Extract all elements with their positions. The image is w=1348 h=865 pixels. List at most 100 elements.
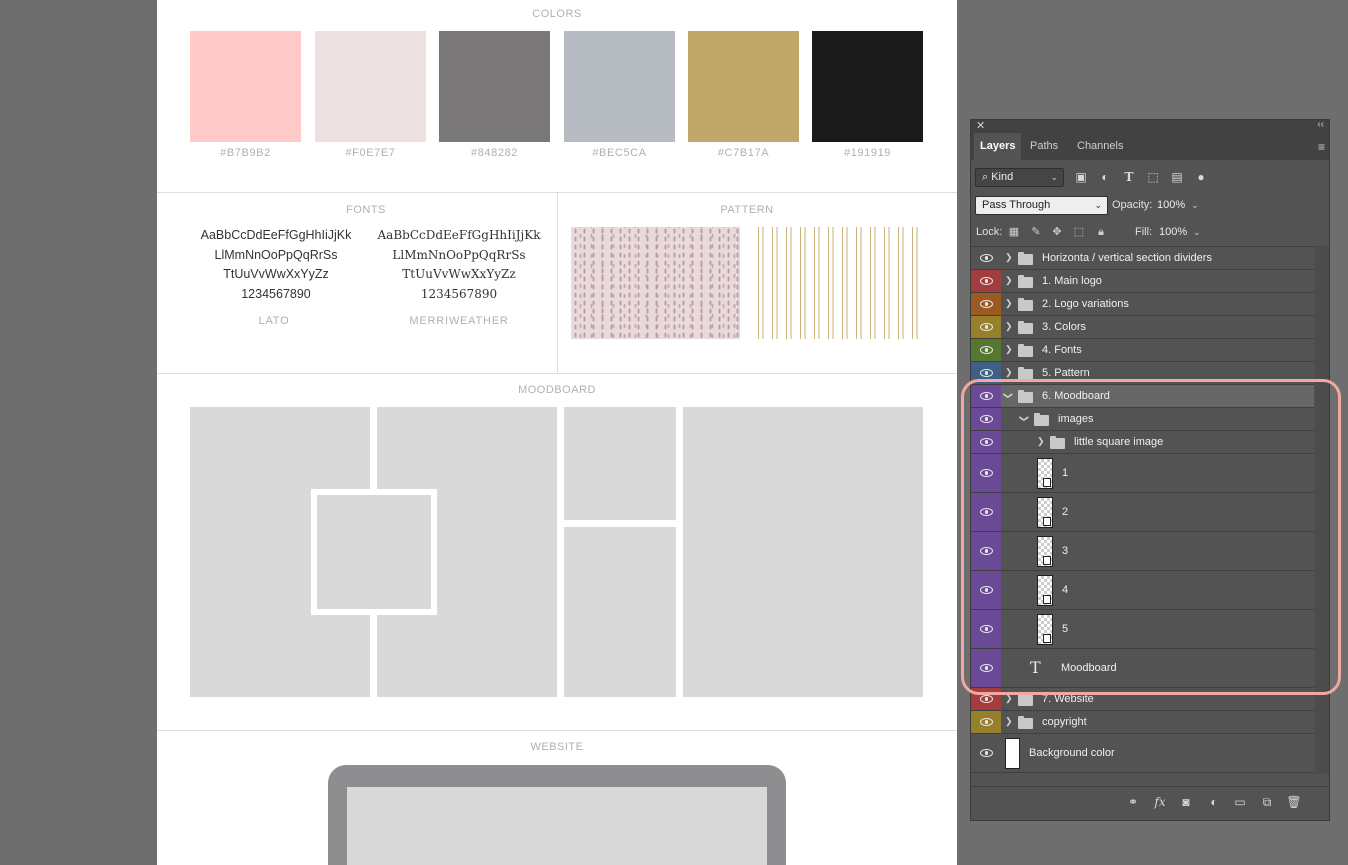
layer-row[interactable]: 1 — [971, 454, 1314, 493]
fill-field[interactable]: 100% ⌄ — [1159, 226, 1201, 238]
eye-icon[interactable] — [980, 323, 993, 331]
layer-name: 2. Logo variations — [1042, 298, 1129, 310]
moodboard-image — [683, 407, 923, 697]
new-layer-icon[interactable]: ⧉ — [1259, 794, 1275, 810]
layer-name: 7. Website — [1042, 693, 1094, 705]
chevron-down-icon[interactable]: ❯ — [1002, 392, 1013, 400]
panel-menu-icon[interactable]: ≡ — [1318, 140, 1325, 154]
eye-icon[interactable] — [980, 695, 993, 703]
layer-color-tag — [971, 431, 1001, 453]
chevron-right-icon[interactable]: ❯ — [1005, 716, 1013, 727]
lock-position-icon[interactable]: ✥ — [1050, 225, 1064, 239]
tab-layers[interactable]: Layers — [974, 133, 1022, 160]
folder-icon — [1018, 321, 1033, 334]
folder-open-icon — [1034, 413, 1049, 426]
section-divider — [157, 730, 957, 731]
chevron-down-icon[interactable]: ❯ — [1018, 415, 1029, 423]
eye-icon[interactable] — [980, 415, 993, 423]
layer-row[interactable]: ❯ copyright — [971, 711, 1314, 734]
layer-row[interactable]: ❯ 1. Main logo — [971, 270, 1314, 293]
eye-icon[interactable] — [980, 718, 993, 726]
trash-icon[interactable]: 🗑︎ — [1286, 794, 1302, 810]
new-group-icon[interactable]: ▭ — [1232, 794, 1248, 810]
lock-image-pixels-icon[interactable]: ✎ — [1029, 225, 1043, 239]
fill-value: 100% — [1159, 226, 1188, 238]
layer-row[interactable]: ❯ 7. Website — [971, 688, 1314, 711]
section-divider — [157, 373, 957, 374]
folder-icon — [1018, 275, 1033, 288]
chevron-right-icon[interactable]: ❯ — [1005, 275, 1013, 286]
eye-icon[interactable] — [980, 749, 993, 757]
layer-color-tag — [971, 532, 1001, 570]
chevron-right-icon[interactable]: ❯ — [1005, 344, 1013, 355]
layer-row[interactable]: 4 — [971, 571, 1314, 610]
smart-object-thumbnail — [1037, 497, 1053, 528]
filter-toggle-icon[interactable]: ● — [1194, 170, 1208, 184]
layer-row[interactable]: ❯ 4. Fonts — [971, 339, 1314, 362]
eye-icon[interactable] — [980, 625, 993, 633]
tab-paths[interactable]: Paths — [1024, 133, 1064, 160]
kind-filter-select[interactable]: ⌕ Kind ⌄ — [975, 168, 1064, 187]
layer-list-scrollbar[interactable] — [1315, 246, 1329, 774]
layer-row[interactable]: 2 — [971, 493, 1314, 532]
eye-icon[interactable] — [980, 438, 993, 446]
eye-icon[interactable] — [980, 664, 993, 672]
close-icon[interactable]: ✕ — [976, 119, 985, 132]
chevron-right-icon[interactable]: ❯ — [1037, 436, 1045, 447]
lock-artboard-icon[interactable]: ⬚ — [1072, 225, 1086, 239]
layer-row-selected[interactable]: ❯ 6. Moodboard — [971, 385, 1314, 408]
layer-color-tag — [971, 339, 1001, 361]
font-sample-line: 1234567890 — [241, 286, 311, 301]
layer-style-fx-icon[interactable]: fx — [1152, 794, 1168, 810]
search-icon: ⌕ — [982, 171, 992, 183]
link-layers-icon[interactable]: ⚭ — [1125, 794, 1141, 810]
eye-icon[interactable] — [980, 300, 993, 308]
adjustment-layer-icon[interactable]: ◐ — [1206, 794, 1222, 810]
layer-row[interactable]: ❯ little square image — [971, 431, 1314, 454]
eye-icon[interactable] — [980, 277, 993, 285]
chevron-right-icon[interactable]: ❯ — [1005, 298, 1013, 309]
lock-transparent-pixels-icon[interactable]: ▦ — [1007, 225, 1021, 239]
blend-mode-select[interactable]: Pass Through ⌄ — [975, 196, 1108, 215]
layer-name: 3. Colors — [1042, 321, 1087, 333]
eye-icon[interactable] — [980, 369, 993, 377]
color-swatch — [439, 31, 550, 142]
layer-color-tag — [971, 247, 1001, 269]
layer-row[interactable]: 5 — [971, 610, 1314, 649]
chevron-right-icon[interactable]: ❯ — [1005, 321, 1013, 332]
font-sample-line: AaBbCcDdEeFfGgHhIiJjKk — [200, 228, 352, 242]
opacity-field[interactable]: 100% ⌄ — [1157, 199, 1199, 211]
panel-title-bar: ✕ ‹‹ — [971, 119, 1329, 133]
type-layer-filter-icon[interactable]: T — [1122, 170, 1136, 184]
layer-row[interactable]: ❯ 2. Logo variations — [971, 293, 1314, 316]
eye-icon[interactable] — [980, 346, 993, 354]
layer-row[interactable]: ❯ 3. Colors — [971, 316, 1314, 339]
lock-all-icon[interactable]: 🔒︎ — [1094, 225, 1108, 239]
color-swatch — [812, 31, 923, 142]
chevron-right-icon[interactable]: ❯ — [1005, 693, 1013, 704]
eye-icon[interactable] — [980, 547, 993, 555]
layer-row[interactable]: 3 — [971, 532, 1314, 571]
layer-row[interactable]: T Moodboard — [971, 649, 1314, 688]
eye-icon[interactable] — [980, 254, 993, 262]
shape-layer-filter-icon[interactable]: ⬚ — [1146, 170, 1160, 184]
chevron-right-icon[interactable]: ❯ — [1005, 252, 1013, 263]
add-mask-icon[interactable]: ◙ — [1178, 794, 1194, 810]
adjustment-layer-filter-icon[interactable]: ◐ — [1098, 170, 1112, 184]
layer-row[interactable]: Background color — [971, 734, 1314, 773]
fonts-title: FONTS — [346, 204, 386, 216]
layer-row[interactable]: ❯ Horizonta / vertical section dividers — [971, 247, 1314, 270]
smart-object-filter-icon[interactable]: ▤ — [1170, 170, 1184, 184]
color-swatch — [688, 31, 799, 142]
eye-icon[interactable] — [980, 508, 993, 516]
layer-name: little square image — [1074, 436, 1164, 448]
collapse-icon[interactable]: ‹‹ — [1317, 119, 1324, 130]
tab-channels[interactable]: Channels — [1071, 133, 1129, 160]
chevron-right-icon[interactable]: ❯ — [1005, 367, 1013, 378]
pixel-layer-filter-icon[interactable]: ▣ — [1074, 170, 1088, 184]
eye-icon[interactable] — [980, 586, 993, 594]
layer-row[interactable]: ❯ 5. Pattern — [971, 362, 1314, 385]
eye-icon[interactable] — [980, 392, 993, 400]
layer-row[interactable]: ❯ images — [971, 408, 1314, 431]
eye-icon[interactable] — [980, 469, 993, 477]
